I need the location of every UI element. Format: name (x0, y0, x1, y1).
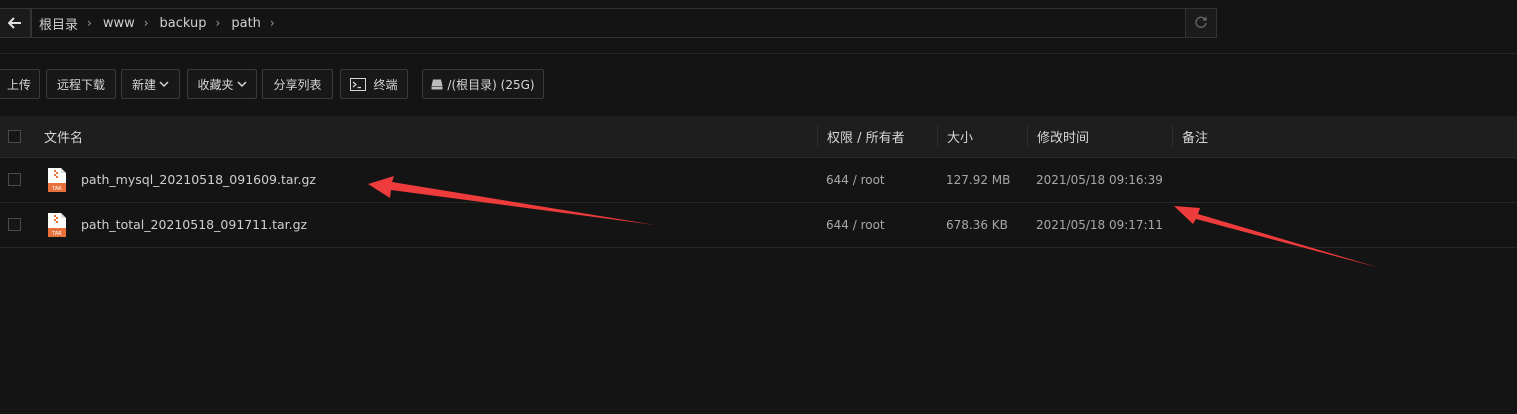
disk-button[interactable]: /(根目录) (25G) (422, 69, 544, 99)
path-bar: 根目录 › www › backup › path › (0, 8, 1217, 38)
file-permission[interactable]: 644 / root (826, 202, 885, 247)
file-size: 127.92 MB (946, 172, 1011, 187)
file-modified-time: 2021/05/18 09:16:39 (1036, 172, 1163, 187)
column-header-name[interactable]: 文件名 (44, 116, 83, 157)
file-name[interactable]: path_mysql_20210518_091609.tar.gz (81, 157, 316, 202)
column-divider (937, 126, 938, 148)
favorites-label: 收藏夹 (197, 77, 234, 92)
terminal-label: 终端 (373, 77, 398, 92)
column-divider (1027, 126, 1028, 148)
share-list-label: 分享列表 (273, 77, 322, 92)
favorites-dropdown-button[interactable]: 收藏夹 (187, 69, 257, 99)
upload-button[interactable]: 上传 (0, 69, 40, 99)
select-all-checkbox[interactable] (8, 130, 21, 143)
remote-download-label: 远程下载 (56, 77, 105, 92)
table-row[interactable]: TAR path_total_20210518_091711.tar.gz 64… (0, 202, 1517, 248)
chevron-right-icon: › (87, 16, 92, 30)
arrow-left-icon (8, 17, 21, 29)
chevron-down-icon (159, 80, 169, 87)
refresh-button[interactable] (1185, 8, 1217, 38)
archive-file-icon: TAR (48, 168, 66, 192)
remote-download-button[interactable]: 远程下载 (46, 69, 116, 99)
file-name[interactable]: path_total_20210518_091711.tar.gz (81, 202, 307, 247)
chevron-right-icon: › (269, 16, 275, 30)
row-checkbox[interactable] (8, 218, 21, 231)
share-list-button[interactable]: 分享列表 (262, 69, 333, 99)
breadcrumb-item-path[interactable]: path (220, 16, 261, 31)
new-dropdown-button[interactable]: 新建 (121, 69, 180, 99)
chevron-right-icon: › (215, 16, 221, 30)
file-permission[interactable]: 644 / root (826, 157, 885, 202)
column-divider (817, 126, 818, 148)
disk-icon (431, 79, 443, 89)
chevron-down-icon (236, 80, 247, 87)
file-size: 678.36 KB (946, 217, 1008, 232)
terminal-button[interactable]: 终端 (340, 69, 408, 99)
refresh-icon (1195, 16, 1207, 28)
chevron-right-icon: › (143, 16, 149, 30)
row-checkbox[interactable] (8, 173, 21, 186)
breadcrumb-item-www[interactable]: www (92, 16, 135, 31)
file-icon-label: TAR (51, 186, 62, 192)
disk-label: /(根目录) (25G) (447, 77, 535, 92)
column-divider (1172, 126, 1173, 148)
breadcrumb-item-root[interactable]: 根目录 (32, 14, 78, 33)
terminal-icon (350, 77, 367, 91)
file-modified-time: 2021/05/18 09:17:11 (1036, 217, 1163, 232)
divider (0, 53, 1517, 54)
file-table-header: 文件名 权限 / 所有者 大小 修改时间 备注 (0, 116, 1517, 158)
upload-label: 上传 (6, 77, 31, 92)
back-button[interactable] (0, 8, 31, 38)
breadcrumb-item-backup[interactable]: backup (149, 16, 207, 31)
column-header-modified[interactable]: 修改时间 (1037, 116, 1089, 157)
new-label: 新建 (131, 77, 156, 92)
column-header-note: 备注 (1182, 131, 1209, 146)
column-header-permission[interactable]: 权限 / 所有者 (827, 116, 905, 157)
archive-file-icon: TAR (48, 213, 66, 237)
column-header-size[interactable]: 大小 (947, 116, 973, 157)
file-icon-label: TAR (51, 231, 62, 237)
table-row[interactable]: TAR path_mysql_20210518_091609.tar.gz 64… (0, 157, 1517, 203)
breadcrumb: 根目录 › www › backup › path › (31, 8, 1186, 38)
